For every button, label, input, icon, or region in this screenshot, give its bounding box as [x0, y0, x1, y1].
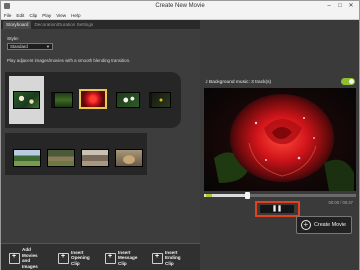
style-label: Style:: [7, 37, 19, 42]
app-window: Create New Movie – □ ✕ File Edit Clip Pl…: [0, 0, 360, 270]
background-music-label: Background music: 3 track(s): [209, 79, 272, 85]
close-button[interactable]: ✕: [345, 2, 357, 10]
pause-icon: ❚❚: [271, 206, 283, 212]
add-media-icon: [9, 252, 20, 264]
pause-button[interactable]: ❚❚: [260, 205, 294, 213]
time-display: 00:00 / 00:47: [328, 200, 353, 205]
menu-clip[interactable]: Clip: [29, 13, 37, 18]
toggle-knob: [349, 79, 354, 84]
tab-decoration-duration[interactable]: Decoration/Duration Settings: [31, 21, 96, 29]
seek-buffer: [206, 194, 212, 197]
create-movie-button[interactable]: Create Movie: [296, 216, 352, 234]
video-preview: [204, 88, 356, 191]
thumb-grass[interactable]: [51, 92, 73, 108]
chevron-down-icon: ▼: [46, 44, 50, 49]
add-movies-images-label: Add Movies and Images: [22, 247, 38, 269]
bottom-toolbar: Add Moviesand Images Insert OpeningClip …: [1, 243, 200, 270]
background-music-toggle[interactable]: [341, 78, 355, 85]
create-movie-label: Create Movie: [314, 222, 347, 228]
storyboard-pane: Style: Standard ▼ Play adjacent images/m…: [1, 29, 200, 243]
thumb-dark-flowers[interactable]: [149, 92, 171, 108]
seek-bar[interactable]: [204, 192, 356, 199]
maximize-button[interactable]: □: [335, 2, 345, 10]
insert-ending-clip-label: Insert Ending Clip: [165, 249, 181, 266]
menu-bar: File Edit Clip Play View Help: [1, 12, 359, 20]
add-movies-images-button[interactable]: Add Moviesand Images: [9, 247, 47, 269]
insert-message-clip-button[interactable]: Insert MessageClip: [105, 249, 143, 267]
menu-edit[interactable]: Edit: [16, 13, 24, 18]
insert-opening-icon: [58, 252, 69, 264]
seek-handle[interactable]: [244, 192, 250, 199]
style-selected-value: Standard: [10, 44, 28, 49]
thumb-red-rose[interactable]: [79, 89, 107, 109]
style-description: Play adjacent images/movies with a smoot…: [7, 58, 131, 63]
background-music-row: ♪ Background music: 3 track(s): [205, 78, 355, 86]
menu-file[interactable]: File: [4, 13, 11, 18]
thumb-deer[interactable]: [47, 149, 75, 167]
thumb-white-flowers[interactable]: [116, 92, 140, 108]
music-note-icon: ♪: [205, 79, 208, 85]
insert-message-icon: [105, 252, 116, 264]
title-bar: Create New Movie – □ ✕: [1, 1, 359, 12]
insert-ending-icon: [152, 252, 163, 264]
insert-ending-clip-button[interactable]: Insert EndingClip: [152, 249, 190, 267]
insert-opening-clip-label: Insert Opening Clip: [71, 249, 90, 266]
window-title: Create New Movie: [155, 3, 205, 9]
insert-opening-clip-button[interactable]: Insert OpeningClip: [58, 249, 96, 267]
minimize-button[interactable]: –: [324, 2, 334, 10]
insert-message-clip-label: Insert Message Clip: [118, 249, 138, 266]
thumb-dog[interactable]: [115, 149, 143, 167]
style-dropdown[interactable]: Standard ▼: [7, 43, 53, 50]
thumb-trees[interactable]: [13, 149, 41, 167]
menu-help[interactable]: Help: [71, 13, 80, 18]
menu-play[interactable]: Play: [42, 13, 51, 18]
menu-view[interactable]: View: [56, 13, 66, 18]
tab-bar: Storyboard Decoration/Duration Settings: [1, 20, 200, 29]
rose-preview-image: [204, 88, 356, 191]
tab-storyboard[interactable]: Storyboard: [3, 21, 32, 29]
create-movie-icon: [301, 220, 311, 230]
thumb-lilies[interactable]: [13, 91, 40, 109]
thumb-house[interactable]: [81, 149, 109, 167]
